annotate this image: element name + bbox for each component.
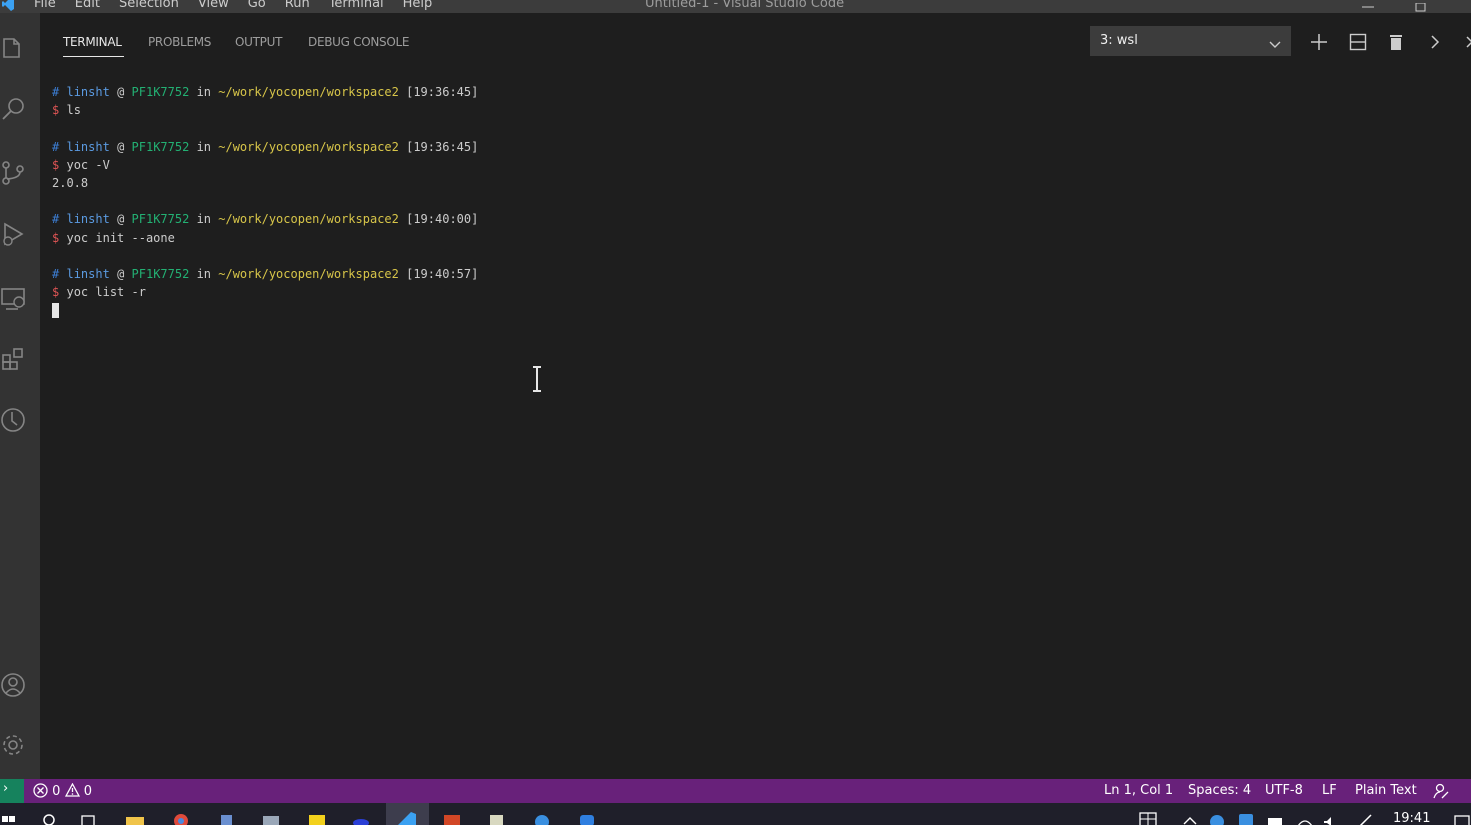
remote-explorer-icon[interactable]	[0, 285, 28, 313]
command-line: $ yoc init --aone	[52, 230, 175, 245]
command-line: $ ls	[52, 103, 81, 118]
title-bar: File Edit Selection View Go Run Terminal…	[0, 0, 1471, 13]
wifi-icon[interactable]	[1296, 811, 1314, 825]
menu-bar: File Edit Selection View Go Run Terminal…	[34, 0, 451, 12]
timeline-icon[interactable]	[0, 406, 28, 434]
warning-count: 0	[83, 784, 92, 799]
input-line[interactable]	[52, 301, 478, 319]
status-bar: › 0 0 Ln 1, Col 1 Spaces: 4 UTF-8 LF Pla…	[0, 779, 1471, 803]
prompt-line: # linsht @ PF1K7752 in ~/work/yocopen/wo…	[52, 212, 479, 227]
prompt-line: # linsht @ PF1K7752 in ~/work/yocopen/wo…	[52, 85, 479, 99]
file-explorer-icon[interactable]	[126, 811, 144, 825]
prompt-line: # linsht @ PF1K7752 in ~/work/yocopen/wo…	[52, 266, 479, 281]
vscode-taskbar-button[interactable]	[386, 803, 429, 825]
terminal-selector[interactable]: 3: wsl	[1090, 26, 1291, 56]
ibeam-cursor-icon	[530, 366, 544, 392]
warning-icon	[64, 782, 80, 797]
source-control-icon[interactable]	[0, 159, 28, 187]
close-icon[interactable]	[1463, 33, 1471, 51]
terminal-cursor	[52, 303, 59, 319]
run-debug-icon[interactable]	[0, 220, 28, 248]
trash-icon[interactable]	[1387, 33, 1405, 51]
prompt-line: # linsht @ PF1K7752 in ~/work/yocopen/wo…	[52, 139, 479, 154]
panel-header: TERMINAL PROBLEMS OUTPUT DEBUG CONSOLE 3…	[40, 13, 1471, 58]
problems-indicator[interactable]: 0 0	[33, 782, 92, 799]
calculator-icon[interactable]	[218, 811, 236, 825]
command-line: $ yoc -V	[52, 157, 110, 172]
remote-icon: ›	[3, 781, 9, 796]
tray-app-icon[interactable]	[1208, 811, 1226, 825]
menu-help[interactable]: Help	[403, 0, 433, 12]
menu-run[interactable]: Run	[285, 0, 310, 12]
explorer-icon[interactable]	[0, 33, 28, 61]
menu-edit[interactable]: Edit	[75, 0, 100, 12]
powerpoint-icon[interactable]	[443, 811, 461, 825]
minimize-icon[interactable]	[1362, 0, 1374, 8]
terminal-selector-value: 3: wsl	[1100, 33, 1138, 48]
error-count: 0	[52, 784, 61, 799]
accounts-icon[interactable]	[0, 671, 28, 699]
extensions-icon[interactable]	[0, 345, 28, 373]
menu-file[interactable]: File	[34, 0, 56, 12]
tab-debug-console[interactable]: DEBUG CONSOLE	[308, 35, 409, 49]
command-output: 2.0.8	[52, 175, 89, 190]
language-mode[interactable]: Plain Text	[1355, 783, 1417, 798]
error-icon	[33, 783, 48, 798]
remote-indicator[interactable]: ›	[0, 779, 24, 803]
terminal-output[interactable]: # linsht @ PF1K7752 in ~/work/yocopen/wo…	[52, 83, 478, 319]
chrome-icon[interactable]	[172, 811, 190, 825]
tray-shield-icon[interactable]	[1237, 811, 1255, 825]
app-circle-icon[interactable]	[533, 811, 551, 825]
search-icon[interactable]	[0, 95, 28, 123]
vscode-logo-icon	[2, 0, 14, 11]
tray-chevron-up-icon[interactable]	[1181, 811, 1199, 825]
taskbar-clock[interactable]: 19:41	[1393, 811, 1430, 825]
tab-problems[interactable]: PROBLEMS	[148, 35, 211, 49]
tab-terminal[interactable]: TERMINAL	[63, 35, 122, 49]
command-line: $ yoc list -r	[52, 285, 146, 300]
cursor-position[interactable]: Ln 1, Col 1	[1104, 783, 1173, 798]
task-view-icon[interactable]	[80, 811, 98, 825]
sticky-notes-icon[interactable]	[308, 811, 326, 825]
active-tab-indicator	[63, 56, 124, 57]
notepad-icon[interactable]	[488, 811, 506, 825]
menu-view[interactable]: View	[198, 0, 229, 12]
pen-icon[interactable]	[1357, 811, 1375, 825]
menu-go[interactable]: Go	[248, 0, 266, 12]
chevron-right-icon[interactable]	[1426, 33, 1444, 51]
indentation[interactable]: Spaces: 4	[1188, 783, 1251, 798]
notifications-icon[interactable]	[1453, 811, 1471, 825]
start-icon[interactable]	[2, 811, 20, 825]
window-title: Untitled-1 - Visual Studio Code	[645, 0, 845, 11]
menu-selection[interactable]: Selection	[119, 0, 179, 12]
feedback-icon[interactable]	[1433, 783, 1450, 803]
grid-tray-icon[interactable]	[1139, 811, 1157, 825]
gear-icon[interactable]	[0, 731, 28, 759]
end-of-line[interactable]: LF	[1322, 783, 1337, 798]
split-terminal-icon[interactable]	[1349, 33, 1367, 51]
chevron-down-icon	[1269, 35, 1281, 48]
volume-icon[interactable]	[1322, 811, 1340, 825]
app-square-icon[interactable]	[578, 811, 596, 825]
menu-terminal[interactable]: Terminal	[329, 0, 384, 12]
app-window-icon[interactable]	[262, 811, 280, 825]
tab-output[interactable]: OUTPUT	[235, 35, 282, 49]
activity-bar	[0, 13, 40, 779]
encoding[interactable]: UTF-8	[1265, 783, 1303, 798]
app-blue-icon[interactable]	[352, 811, 370, 825]
tray-battery-icon[interactable]	[1266, 811, 1284, 825]
new-terminal-icon[interactable]	[1310, 33, 1328, 51]
restore-icon[interactable]	[1415, 0, 1427, 12]
os-taskbar: 19:41	[0, 803, 1471, 825]
search-taskbar-icon[interactable]	[41, 811, 59, 825]
